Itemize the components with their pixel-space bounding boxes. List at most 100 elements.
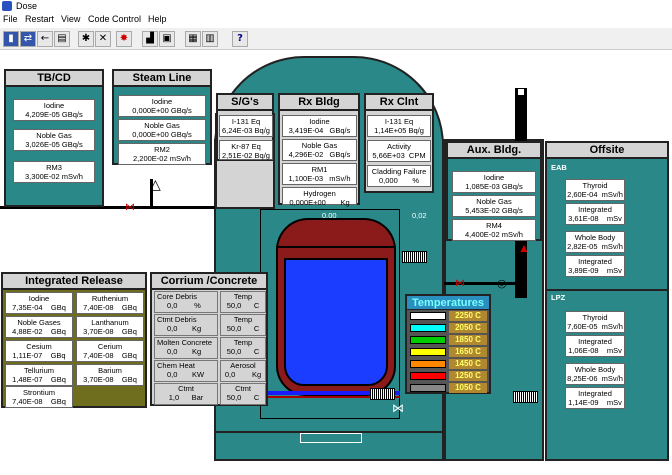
rx-bldg-panel: Rx Bldg Iodine 3,419E-04 GBq/s Noble Gas… <box>278 93 360 207</box>
release-cerium: Cerium 7,40E-08 GBq <box>76 340 144 362</box>
release-strontium: Strontium 7,40E-08 GBq <box>5 386 73 408</box>
run-icon[interactable]: ✱ <box>78 31 94 47</box>
temperature-swatch <box>410 348 446 356</box>
aux-bldg-panel: Aux. Bldg. Iodine 1,085E-03 GBq/s Noble … <box>446 141 542 241</box>
steam-line-panel: Steam Line Iodine 0,000E+00 GBq/s Noble … <box>112 69 212 165</box>
burst-icon[interactable]: ✸ <box>116 31 132 47</box>
rx-clnt-cladding-failure: Cladding Failure 0,000 % <box>367 165 431 187</box>
release-ruthenium: Ruthenium 7,40E-08 GBq <box>76 292 144 314</box>
tbcd-iodine: Iodine 4,209E-05 GBq/s <box>13 99 95 121</box>
ctmt-debris-temp-value: 50,0 C <box>226 324 260 333</box>
title-bar: Dose <box>0 0 672 13</box>
aux-valve-icon[interactable]: ⋈ <box>455 279 465 289</box>
temperatures-legend: Temperatures 2250 C 2050 C 1850 C 1650 C 145… <box>405 294 491 394</box>
help-icon[interactable]: ? <box>232 31 248 47</box>
release-tellurium: Tellurium 1,48E-07 GBq <box>5 364 73 386</box>
temperature-rows: 2250 C 2050 C 1850 C 1650 C 1450 C 1250 C 1050… <box>407 310 489 394</box>
temperature-row: 1650 C <box>407 346 489 358</box>
temperature-row: 1050 C <box>407 382 489 394</box>
back-icon[interactable]: ← <box>37 31 53 47</box>
eab-whole-body: Whole Body 2,82E-05 mSv/h <box>565 231 625 253</box>
ctmt-pressure-label: Ctmt <box>178 384 194 393</box>
temperature-swatch <box>410 360 446 368</box>
offsite-divider <box>547 289 667 291</box>
temperatures-title: Temperatures <box>407 296 489 310</box>
core-debris: Core Debris 0,0 % <box>154 291 218 313</box>
lpz-whole-body: Whole Body 8,25E-06 mSv/h <box>565 363 625 385</box>
rx-clnt-i131: I-131 Eq 1,14E+05 Bq/g <box>367 115 431 137</box>
tbcd-panel: TB/CD Iodine 4,209E-05 GBq/s Noble Gas 3… <box>4 69 104 207</box>
ctmt-temp-value: 50,0 C <box>226 393 260 402</box>
ctmt-temp-label: Ctmt <box>235 384 251 393</box>
rx-clnt-title: Rx Clnt <box>366 95 432 111</box>
ctmt-debris-temp: Temp 50,0 C <box>220 314 266 336</box>
integrated-release-panel: Integrated Release Iodine 7,35E-04 GBq R… <box>1 272 147 408</box>
steam-line-title: Steam Line <box>114 71 210 87</box>
steam-rm2: RM2 2,200E-02 mSv/h <box>118 143 206 165</box>
ctmt-temp: Ctmt 50,0 C <box>220 383 266 405</box>
print-icon[interactable]: ▤ <box>54 31 70 47</box>
offsite-title: Offsite <box>547 143 667 159</box>
release-barium: Barium 3,70E-08 GBq <box>76 364 144 386</box>
menu-file[interactable]: File <box>3 14 18 24</box>
menu-view[interactable]: View <box>61 14 80 24</box>
molten-temp-label: Temp <box>233 338 253 347</box>
temperature-row: 2250 C <box>407 310 489 322</box>
aerosol-label: Aerosol <box>230 361 256 370</box>
grid-icon[interactable]: ▥ <box>202 31 218 47</box>
toolbar: ▮ ⇄ ← ▤ ✱ ✕ ✸ ▟ ▣ ▦ ▥ ? <box>0 28 672 50</box>
ctmt-pressure: Ctmt 1,0 Bar <box>154 383 218 405</box>
chem-heat-value: 0,0 KW <box>167 370 205 379</box>
exit-icon[interactable]: ▮ <box>3 31 19 47</box>
sg-panel: S/G's I-131 Eq 6,24E-03 Bq/g Kr-87 Eq 2,… <box>216 93 274 161</box>
temperature-swatch <box>410 336 446 344</box>
steam-valve-icon[interactable]: ⋈ <box>125 203 135 213</box>
temperature-label: 1450 C <box>449 359 487 369</box>
menu-bar: File Restart View Code Control Help <box>0 13 672 27</box>
molten-concrete: Molten Concrete 0,0 Kg <box>154 337 218 359</box>
core-temp: Temp 50,0 C <box>220 291 266 313</box>
tbcd-noble-gas: Noble Gas 3,026E-05 GBq/s <box>13 129 95 151</box>
molten-concrete-value: 0,0 Kg <box>167 347 202 356</box>
copy-icon[interactable]: ⇄ <box>20 31 36 47</box>
molten-concrete-temp: Temp 50,0 C <box>220 337 266 359</box>
offsite-panel: Offsite EAB Thyroid 2,60E-04 mSv/h Integ… <box>545 141 669 461</box>
aux-iodine: Iodine 1,085E-03 GBq/s <box>452 171 536 193</box>
tbcd-rm3: RM3 3,300E-02 mSv/h <box>13 161 95 183</box>
lpz-thyroid-integrated: Integrated 1,06E-08 mSv <box>565 335 625 357</box>
chem-heat-label: Chem Heat <box>157 361 195 370</box>
menu-restart[interactable]: Restart <box>25 14 54 24</box>
bottom-valve-icon[interactable]: ⋈ <box>392 401 404 415</box>
eab-whole-body-integrated: Integrated 3,89E-09 mSv <box>565 255 625 277</box>
sensor-gauge-3 <box>513 391 538 403</box>
temperature-swatch <box>410 384 446 392</box>
steam-noble-gas: Noble Gas 0,000E+00 GBq/s <box>118 119 206 141</box>
temperature-swatch <box>410 312 446 320</box>
sensor-gauge-1 <box>402 251 427 263</box>
temperature-row: 1850 C <box>407 334 489 346</box>
rx-bldg-rm1: RM1 1,100E-03 mSv/h <box>282 163 357 185</box>
menu-help[interactable]: Help <box>148 14 167 24</box>
eab-label: EAB <box>551 163 567 172</box>
sg-kr87: Kr-87 Eq 2,51E-02 Bq/g <box>219 140 273 160</box>
form-icon[interactable]: ▣ <box>159 31 175 47</box>
temperature-label: 1650 C <box>449 347 487 357</box>
temperature-label: 2250 C <box>449 311 487 321</box>
relief-valve-icon: △ <box>150 176 161 192</box>
ctmt-debris-temp-label: Temp <box>233 315 253 324</box>
temperature-swatch <box>410 372 446 380</box>
release-lanthanum: Lanthanum 3,70E-08 GBq <box>76 316 144 338</box>
stop-icon[interactable]: ✕ <box>95 31 111 47</box>
aux-bldg-title: Aux. Bldg. <box>448 143 540 159</box>
temperature-label: 1250 C <box>449 371 487 381</box>
chart-icon[interactable]: ▟ <box>142 31 158 47</box>
core-debris-value: 0,0 % <box>167 301 201 310</box>
menu-code-control[interactable]: Code Control <box>88 14 141 24</box>
layout-icon[interactable]: ▦ <box>185 31 201 47</box>
corrium-panel: Corrium /Concrete Core Debris 0,0 % Temp… <box>150 272 268 406</box>
vessel-right-value: 0,02 <box>412 211 427 220</box>
aerosol-value: 0,0 Kg <box>224 370 262 379</box>
aerosol: Aerosol 0,0 Kg <box>220 360 266 382</box>
molten-concrete-label: Molten Concrete <box>157 338 213 347</box>
aux-rm4: RM4 4,400E-02 mSv/h <box>452 219 536 241</box>
